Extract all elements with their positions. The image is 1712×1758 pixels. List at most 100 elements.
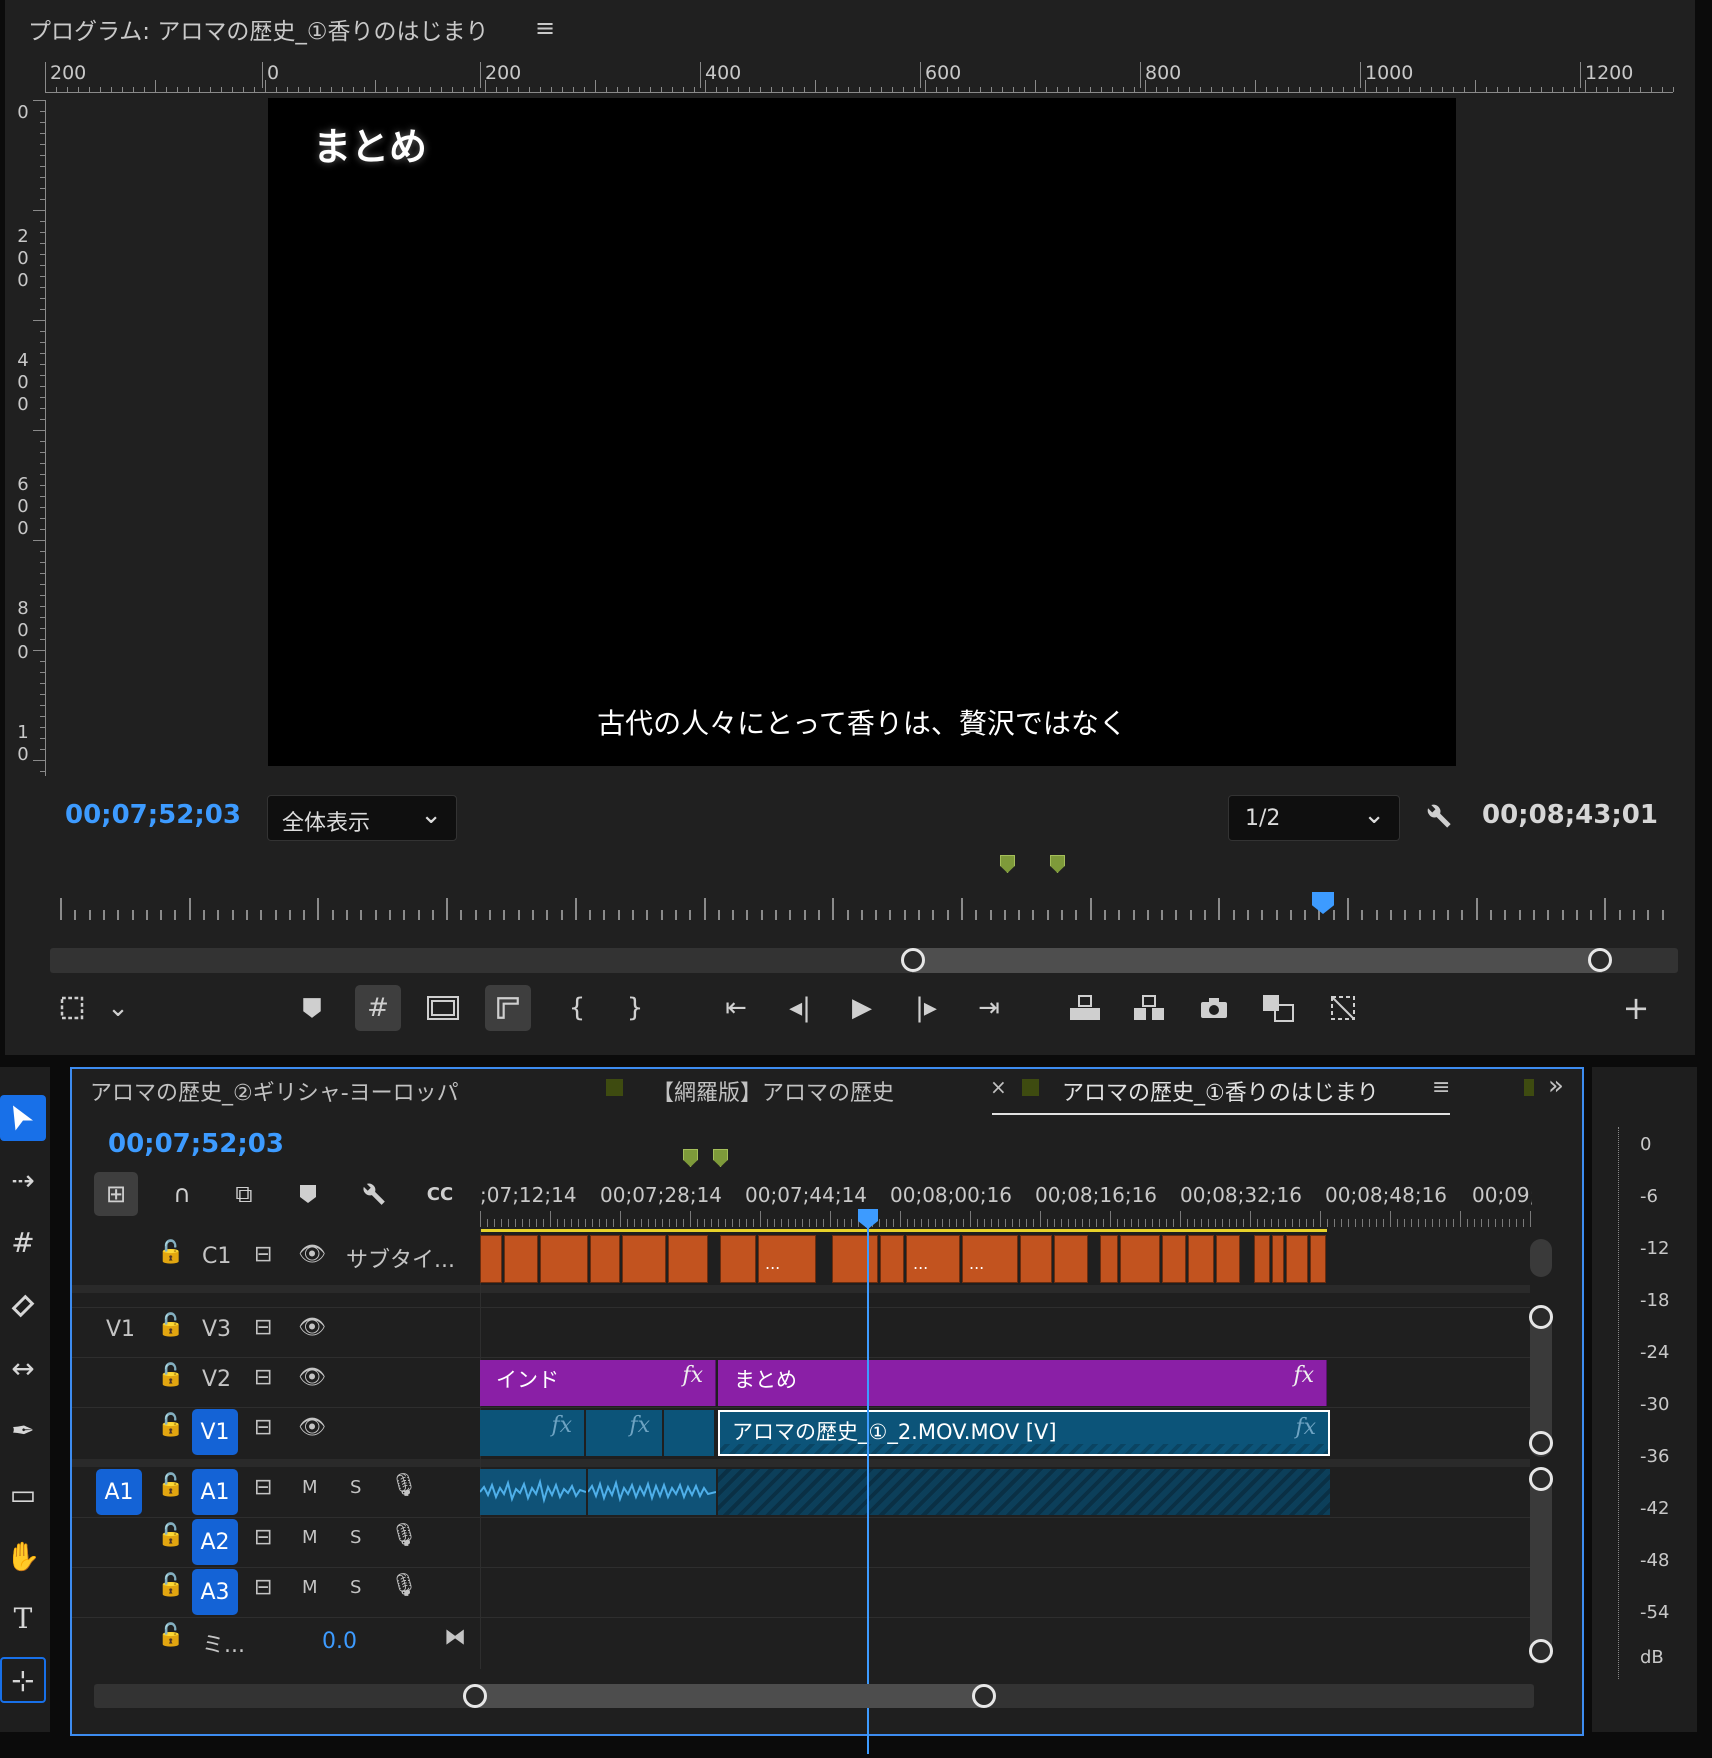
caption-clip[interactable] (1120, 1235, 1160, 1283)
caption-clip[interactable] (590, 1235, 620, 1283)
eye-icon[interactable]: 👁 (298, 1242, 326, 1267)
caption-clip[interactable]: ... (962, 1235, 1018, 1283)
caption-clip[interactable] (880, 1235, 904, 1283)
video-tracks-scrollbar[interactable] (1529, 1305, 1553, 1457)
playhead-line[interactable] (867, 1224, 869, 1754)
chevron-down-icon[interactable]: ⌄ (95, 985, 141, 1031)
safe-frame-icon[interactable] (420, 985, 466, 1031)
zoom-fit-dropdown[interactable]: 全体表示 ⌄ (267, 795, 457, 841)
scroll-handle-top[interactable] (1529, 1467, 1553, 1491)
caption-clip[interactable]: ... (906, 1235, 960, 1283)
caption-clip[interactable] (720, 1235, 756, 1283)
track-label-v2[interactable]: V2 (202, 1367, 231, 1392)
sync-lock-icon[interactable]: ⊟ (254, 1365, 272, 1390)
nest-sequence-icon[interactable]: ⊞ (94, 1172, 138, 1216)
track-label-v1[interactable]: V1 (192, 1409, 238, 1455)
graphic-clip-matome[interactable]: まとめ fx (718, 1360, 1327, 1406)
tab-overflow-icon[interactable]: » (1548, 1071, 1564, 1101)
go-to-transitions-icon[interactable]: ⧓ (444, 1625, 466, 1650)
step-forward-icon[interactable]: |▸ (903, 985, 949, 1031)
video-clip-selected[interactable]: アロマの歴史_①_2.MOV.MOV [V] fx (718, 1410, 1330, 1456)
pen-tool-icon[interactable]: ✒ (0, 1407, 46, 1453)
slip-tool-icon[interactable]: ↔ (0, 1345, 46, 1391)
caption-clip[interactable] (1286, 1235, 1308, 1283)
step-back-icon[interactable]: ◂| (777, 985, 823, 1031)
wrench-settings-icon[interactable] (1425, 802, 1453, 837)
lock-icon[interactable]: 🔓 (157, 1313, 184, 1338)
caption-clip[interactable] (504, 1235, 538, 1283)
audio-clip-disabled[interactable] (718, 1469, 1330, 1515)
selection-tool-icon[interactable] (0, 1095, 46, 1141)
timeline-zoom-scrollbar[interactable] (94, 1684, 1534, 1708)
caption-clip[interactable] (1054, 1235, 1088, 1283)
solo-button[interactable]: S (350, 1527, 361, 1548)
scroll-handle-bottom[interactable] (1529, 1639, 1553, 1663)
audio-clip[interactable] (479, 1469, 587, 1515)
caption-clip[interactable] (1100, 1235, 1118, 1283)
playback-resolution-dropdown[interactable]: 1/2 ⌄ (1228, 795, 1400, 841)
track-select-tool-icon[interactable]: ⇢ (0, 1157, 46, 1203)
caption-track-scroll[interactable] (1530, 1239, 1552, 1277)
mute-button[interactable]: M (302, 1577, 318, 1598)
linked-selection-icon[interactable]: ⧉ (222, 1172, 266, 1216)
tab-sequence-greece[interactable]: アロマの歴史_②ギリシャ-ヨーロッパ (90, 1075, 459, 1107)
sync-lock-icon[interactable]: ⊟ (254, 1525, 272, 1550)
caption-clip[interactable] (1020, 1235, 1052, 1283)
graphic-clip-india[interactable]: インド fx (480, 1360, 716, 1406)
microphone-icon[interactable]: 🎙 (390, 1573, 418, 1598)
mix-volume-value[interactable]: 0.0 (322, 1629, 357, 1654)
track-label-c1[interactable]: C1 (202, 1244, 231, 1269)
audio-tracks-scrollbar[interactable] (1529, 1467, 1553, 1664)
comparison-view-icon[interactable] (1255, 985, 1301, 1031)
caption-tool-icon[interactable]: ⊹ (0, 1657, 46, 1703)
solo-button[interactable]: S (350, 1477, 361, 1498)
ripple-edit-tool-icon[interactable]: # (0, 1219, 46, 1265)
video-clip[interactable]: fx (586, 1410, 662, 1456)
zoom-handle-right[interactable] (1588, 948, 1612, 972)
lock-icon[interactable]: 🔓 (157, 1240, 184, 1265)
scroll-handle-bottom[interactable] (1529, 1431, 1553, 1455)
track-label-v3[interactable]: V3 (202, 1317, 231, 1342)
wrench-settings-icon[interactable] (352, 1172, 396, 1216)
eye-icon[interactable]: 👁 (298, 1415, 326, 1440)
panel-menu-icon[interactable]: ≡ (535, 14, 555, 42)
source-patch-v1[interactable]: V1 (106, 1317, 135, 1342)
work-area-bar[interactable] (480, 1229, 1327, 1232)
eye-icon[interactable]: 👁 (298, 1315, 326, 1340)
captions-cc-icon[interactable]: CC (418, 1172, 462, 1216)
lock-icon[interactable]: 🔓 (157, 1523, 184, 1548)
caption-clip[interactable] (1216, 1235, 1240, 1283)
caption-clip[interactable]: ... (758, 1235, 816, 1283)
lock-icon[interactable]: 🔓 (157, 1623, 184, 1648)
sync-lock-icon[interactable]: ⊟ (254, 1575, 272, 1600)
source-patch-a1[interactable]: A1 (96, 1469, 142, 1515)
sequence-marker[interactable] (1000, 855, 1015, 873)
proxy-toggle-icon[interactable] (1320, 985, 1366, 1031)
sync-lock-icon[interactable]: ⊟ (254, 1242, 272, 1267)
sequence-marker[interactable] (683, 1149, 698, 1167)
caption-clip[interactable] (832, 1235, 878, 1283)
track-label-a2[interactable]: A2 (192, 1519, 238, 1565)
zoom-scroll-thumb[interactable] (912, 948, 1602, 973)
go-to-in-icon[interactable]: ⇤ (713, 985, 759, 1031)
add-button-icon[interactable]: + (1613, 985, 1659, 1031)
caption-clip[interactable] (540, 1235, 588, 1283)
lift-icon[interactable] (1062, 985, 1108, 1031)
razor-tool-icon[interactable] (0, 1283, 46, 1329)
type-tool-icon[interactable]: T (0, 1595, 46, 1641)
add-marker-icon[interactable] (289, 985, 335, 1031)
sync-lock-icon[interactable]: ⊟ (254, 1315, 272, 1340)
tab-menu-icon[interactable]: ≡ (1432, 1075, 1450, 1100)
sync-lock-icon[interactable]: ⊟ (254, 1475, 272, 1500)
tab-sequence-full[interactable]: 【網羅版】アロマの歴史 (652, 1075, 894, 1107)
caption-clip[interactable] (1310, 1235, 1326, 1283)
mute-button[interactable]: M (302, 1527, 318, 1548)
add-marker-icon[interactable] (286, 1172, 330, 1216)
caption-clip[interactable] (1272, 1235, 1284, 1283)
track-label-a3[interactable]: A3 (192, 1569, 238, 1615)
lock-icon[interactable]: 🔓 (157, 1473, 184, 1498)
extract-icon[interactable] (1126, 985, 1172, 1031)
microphone-icon[interactable]: 🎙 (390, 1523, 418, 1548)
mute-button[interactable]: M (302, 1477, 318, 1498)
timeline-time-ruler[interactable] (480, 1209, 1538, 1227)
